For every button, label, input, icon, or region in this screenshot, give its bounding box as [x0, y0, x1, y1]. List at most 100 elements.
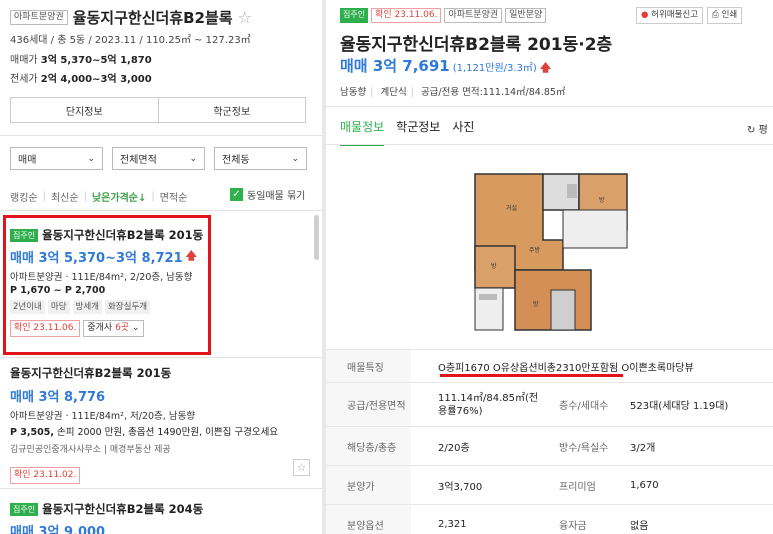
sale-type-tag: 일반분양: [505, 8, 547, 23]
building-value: 전체동: [222, 155, 250, 166]
siren-icon: ●: [641, 10, 649, 20]
area-unit-toggle[interactable]: ↻ 평: [747, 121, 768, 136]
price-up-arrow-icon: 🡅: [539, 61, 552, 74]
filter-bar: 매매 ⌄ 전체면적 ⌄ 전체동 ⌄: [10, 147, 307, 170]
favorite-star-icon[interactable]: ☆: [238, 8, 252, 27]
room-label: 주방: [529, 246, 541, 254]
divider: [0, 210, 322, 211]
listing-price: 매매 3억 8,776: [10, 390, 106, 405]
detail-price: 매매 3억 7,691 (1,121만원/3.3㎡) 🡅: [340, 55, 551, 78]
table-row: 해당층/총층 2/20층 방수/욕실수 3/2개: [326, 427, 773, 466]
detail-info: 남동향 | 계단식 | 공급/전용 면적:111.14㎡/84.85㎡: [340, 87, 566, 98]
list-item[interactable]: 율동지구한신더휴B2블록 201동 매매 3억 8,776 아파트분양권 · 1…: [10, 365, 310, 484]
table-row: 매물특징 O층피1670 O유상옵션비총2310만포함됨 O이쁜초록마당뷰: [326, 350, 773, 383]
listing-name: 율동지구한신더휴B2블록 201동: [10, 366, 172, 380]
sale-value: 3억 5,370~5억 1,870: [40, 55, 152, 66]
highlight-underline: [440, 374, 623, 377]
row-value: 3억3,700: [438, 481, 483, 493]
row-label: 방수/욕실수: [559, 442, 609, 454]
table-row: 분양옵션 2,321 융자금 없음: [326, 505, 773, 534]
jeonse-range: 전세가 2억 4,000~3억 3,000: [10, 70, 152, 85]
tab-school-info[interactable]: 학군정보: [396, 118, 440, 146]
favorite-star-icon[interactable]: ☆: [293, 459, 310, 476]
row-label: 공급/전용면적: [326, 383, 411, 426]
detail-title: 율동지구한신더휴B2블록 201동·2층: [340, 35, 613, 55]
refresh-icon: ↻: [747, 125, 756, 136]
chevron-down-icon: ⌄: [87, 153, 95, 164]
row-value: 523대(세대당 1.19대): [630, 401, 729, 412]
premium-description: P 3,505, 손피 2000 만원, 총옵션 1490만원, 이쁜집 구경오…: [10, 424, 310, 438]
divider: [326, 144, 773, 145]
divider: [0, 488, 322, 489]
row-value: 1,670: [630, 479, 659, 491]
room-label: 방: [491, 262, 497, 270]
premium-note: 손피 2000 만원, 총옵션 1490만원, 이쁜집 구경오세요: [53, 427, 279, 438]
school-info-button[interactable]: 학군정보: [157, 98, 306, 122]
list-item[interactable]: 집주인 율동지구한신더휴B2블록 204동 매매 3억 9,000: [10, 501, 310, 534]
sort-ranking[interactable]: 랭킹순: [10, 189, 38, 204]
row-label: 층수/세대수: [559, 401, 609, 412]
sort-latest[interactable]: 최신순: [51, 189, 79, 204]
print-button[interactable]: ⎙ 인쇄: [707, 7, 743, 24]
listing-panel: 아파트분양권 율동지구한신더휴B2블록 ☆ 436세대 / 총 5동 / 202…: [0, 0, 322, 534]
room-label: 거실: [506, 204, 517, 212]
tab-listing-info[interactable]: 매물정보: [340, 118, 385, 146]
detail-tags: 집주인 확인 23.11.06. 아파트분양권 일반분양: [340, 8, 547, 23]
complex-button-bar: 단지정보 학군정보: [10, 97, 306, 123]
feature-value: O층피1670 O유상옵션비총2310만포함됨 O이쁜초록마당뷰: [438, 362, 694, 374]
row-label: 프리미엄: [559, 481, 596, 493]
structure: 계단식: [380, 87, 407, 98]
tab-photos[interactable]: 사진: [452, 118, 474, 146]
report-label: 허위매물신고: [651, 10, 699, 20]
area-select[interactable]: 전체면적 ⌄: [112, 147, 205, 170]
listing-source: 김규민공인중개사사무소 | 매경부동산 제공: [10, 445, 171, 455]
complex-info-button[interactable]: 단지정보: [11, 98, 158, 122]
divider: [326, 106, 773, 107]
floor-plan-image[interactable]: 거실 방 방 주방 방: [471, 170, 631, 335]
owner-tag: 집주인: [340, 8, 369, 23]
type-tag: 아파트분양권: [444, 8, 503, 23]
complex-type-tag: 아파트분양권: [10, 10, 68, 25]
confirmed-date: 확인 23.11.02.: [10, 467, 81, 484]
report-button[interactable]: ● 허위매물신고: [636, 7, 704, 24]
table-row: 분양가 3억3,700 프리미엄 1,670: [326, 466, 773, 505]
sort-area[interactable]: 면적순: [160, 189, 188, 204]
listing-price: 매매 3억 9,000: [10, 525, 106, 534]
print-icon: ⎙: [712, 10, 719, 20]
row-label: 분양옵션: [326, 505, 411, 534]
row-value: 3/2개: [630, 442, 656, 454]
trade-type-select[interactable]: 매매 ⌄: [10, 147, 103, 170]
complex-header: 아파트분양권 율동지구한신더휴B2블록 ☆: [10, 7, 252, 28]
checkbox-checked-icon[interactable]: ✓: [230, 188, 243, 201]
listing-info: 아파트분양권 · 111E/84m², 저/20층, 남동향: [10, 411, 196, 422]
highlight-box: [3, 215, 211, 355]
same-listing-label: 동일매물 묶기: [247, 191, 306, 202]
row-label: 융자금: [559, 520, 587, 532]
area-value: 전체면적: [120, 155, 157, 166]
detail-price-value: 매매 3억 7,691: [340, 57, 450, 75]
row-label: 분양가: [326, 466, 411, 504]
row-value: 111.14㎡/84.85㎡(전용률76%): [438, 392, 539, 417]
scrollbar[interactable]: [314, 215, 319, 260]
sort-lowest-price[interactable]: 낮은가격순↓: [92, 189, 146, 204]
row-label: 해당층/총층: [326, 427, 411, 465]
complex-summary: 436세대 / 총 5동 / 2023.11 / 110.25㎡ ~ 127.2…: [10, 35, 251, 46]
feature-label: 매물특징: [326, 350, 411, 382]
row-value: 2/20층: [438, 442, 470, 454]
divider: [0, 135, 322, 136]
row-value: 없음: [630, 520, 649, 532]
building-select[interactable]: 전체동 ⌄: [214, 147, 307, 170]
room-label: 방: [533, 300, 539, 308]
divider: [0, 357, 322, 358]
listing-detail-table: 매물특징 O층피1670 O유상옵션비총2310만포함됨 O이쁜초록마당뷰 공급…: [326, 350, 773, 534]
detail-tabs: 매물정보 학군정보 사진: [340, 118, 474, 146]
row-value: 2,321: [438, 518, 467, 530]
sale-range: 매매가 3억 5,370~5억 1,870: [10, 51, 152, 66]
sale-label: 매매가: [10, 55, 38, 66]
complex-title: 율동지구한신더휴B2블록: [72, 9, 233, 27]
print-label: 인쇄: [721, 10, 738, 20]
jeonse-value: 2억 4,000~3억 3,000: [40, 74, 152, 85]
room-label: 방: [599, 196, 605, 204]
same-listing-toggle[interactable]: ✓ 동일매물 묶기: [230, 187, 305, 202]
owner-tag: 집주인: [10, 502, 39, 516]
